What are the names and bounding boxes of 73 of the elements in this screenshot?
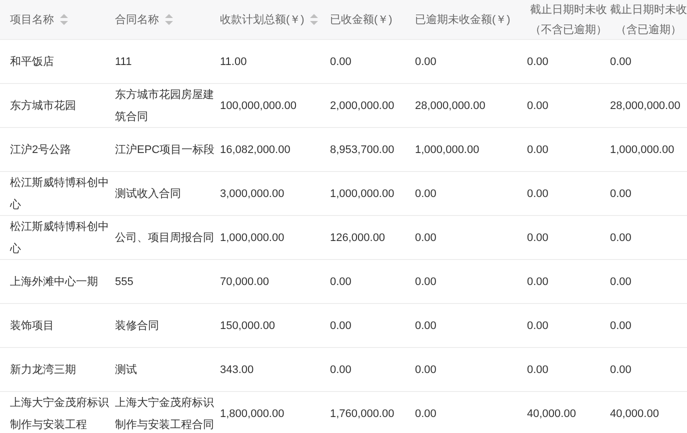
table-cell-text: 1,000,000.00 <box>220 230 286 246</box>
table-cell-text: 0.00 <box>330 54 352 70</box>
table-cell-text: 上海大宁金茂府标识制作与安装工程 <box>10 396 110 432</box>
table-cell-text: 0.00 <box>330 274 352 290</box>
table-cell-text: 和平饭店 <box>10 54 55 70</box>
table-cell-text: 装修合同 <box>115 318 160 334</box>
table-cell-text: 126,000.00 <box>330 230 386 246</box>
table-cell-text: 0.00 <box>610 186 632 202</box>
table-cell-text: 3,000,000.00 <box>220 186 286 202</box>
table-cell-text: 0.00 <box>610 362 632 378</box>
table-cell-text: 1,000,000.00 <box>415 142 480 158</box>
table-cell-text: 0.00 <box>415 318 438 334</box>
table-cell-text: 0.00 <box>527 142 550 158</box>
table-cell-text: 东方城市花园 <box>10 98 77 114</box>
table-cell-text: 28,000,000.00 <box>610 98 682 114</box>
table-cell-text: 28,000,000.00 <box>415 98 486 114</box>
table-cell-text: 1,000,000.00 <box>330 186 396 202</box>
table-cell-text: 江沪EPC项目一标段 <box>115 142 215 158</box>
table-cell-text: 0.00 <box>415 54 438 70</box>
table-cell-text: 上海大宁金茂府标识制作与安装工程合同 <box>115 396 215 432</box>
table-cell-text: 0.00 <box>415 362 438 378</box>
table-cell-text: 11.00 <box>220 54 248 70</box>
table-cell-text: 0.00 <box>415 406 438 422</box>
table-cell-text: 0.00 <box>527 98 550 114</box>
table-cell-text: 0.00 <box>610 318 632 334</box>
table-cell-text: 1,760,000.00 <box>330 406 396 422</box>
column-header: 收款计划总额(￥) <box>220 12 304 28</box>
table-cell-text: 0.00 <box>527 274 550 290</box>
table-cell-text: 松江斯威特博科创中心 <box>10 176 110 212</box>
column-header: 合同名称 <box>115 12 159 28</box>
table-cell-text: 40,000.00 <box>610 406 660 422</box>
table-cell-text: 343.00 <box>220 362 255 378</box>
column-header: 已逾期未收金额(￥) <box>415 12 510 28</box>
table-cell-text: 上海外滩中心一期 <box>10 274 99 290</box>
table-cell-text: 0.00 <box>415 230 438 246</box>
table-cell-text: 0.00 <box>610 54 632 70</box>
column-header: 项目名称 <box>10 12 54 28</box>
table-cell-text: 测试收入合同 <box>115 186 182 202</box>
column-header: 截止日期时未收（含已逾期） <box>610 2 687 38</box>
sort-icon[interactable] <box>165 14 173 25</box>
table-cell-text: 测试 <box>115 362 138 378</box>
table-cell-text: 8,953,700.00 <box>330 142 396 158</box>
table-cell-text: 新力龙湾三期 <box>10 362 77 378</box>
table-cell-text: 16,082,000.00 <box>220 142 292 158</box>
table-cell-text: 东方城市花园房屋建筑合同 <box>115 88 215 124</box>
table-cell-text: 555 <box>115 274 134 290</box>
table-cell-text: 江沪2号公路 <box>10 142 72 158</box>
table-cell-text: 1,000,000.00 <box>610 142 676 158</box>
table-cell-text: 2,000,000.00 <box>330 98 396 114</box>
table-cell-text: 1,800,000.00 <box>220 406 286 422</box>
column-header: 截止日期时未收（不含已逾期） <box>530 2 608 38</box>
sort-icon[interactable] <box>310 14 318 25</box>
table-cell-text: 0.00 <box>610 230 632 246</box>
table-cell-text: 0.00 <box>527 362 550 378</box>
table-cell-text: 0.00 <box>527 318 550 334</box>
table-cell-text: 40,000.00 <box>527 406 577 422</box>
table-cell-text: 松江斯威特博科创中心 <box>10 220 110 256</box>
sort-icon[interactable] <box>60 14 68 25</box>
table-cell-text: 0.00 <box>330 318 352 334</box>
table-cell-text: 70,000.00 <box>220 274 270 290</box>
table-cell-text: 0.00 <box>527 230 550 246</box>
table-cell-text: 装饰项目 <box>10 318 55 334</box>
table-cell-text: 0.00 <box>610 274 632 290</box>
table-cell-text: 0.00 <box>415 274 438 290</box>
table-cell-text: 0.00 <box>527 54 550 70</box>
table-cell-text: 150,000.00 <box>220 318 276 334</box>
table-cell-text: 0.00 <box>527 186 550 202</box>
table-cell-text: 111 <box>115 54 133 70</box>
table-cell-text: 0.00 <box>415 186 438 202</box>
table-cell-text: 0.00 <box>330 362 352 378</box>
table-cell-text: 100,000,000.00 <box>220 98 298 114</box>
table-cell-text: 公司、项目周报合同 <box>115 230 215 246</box>
column-header: 已收金额(￥) <box>330 12 392 28</box>
